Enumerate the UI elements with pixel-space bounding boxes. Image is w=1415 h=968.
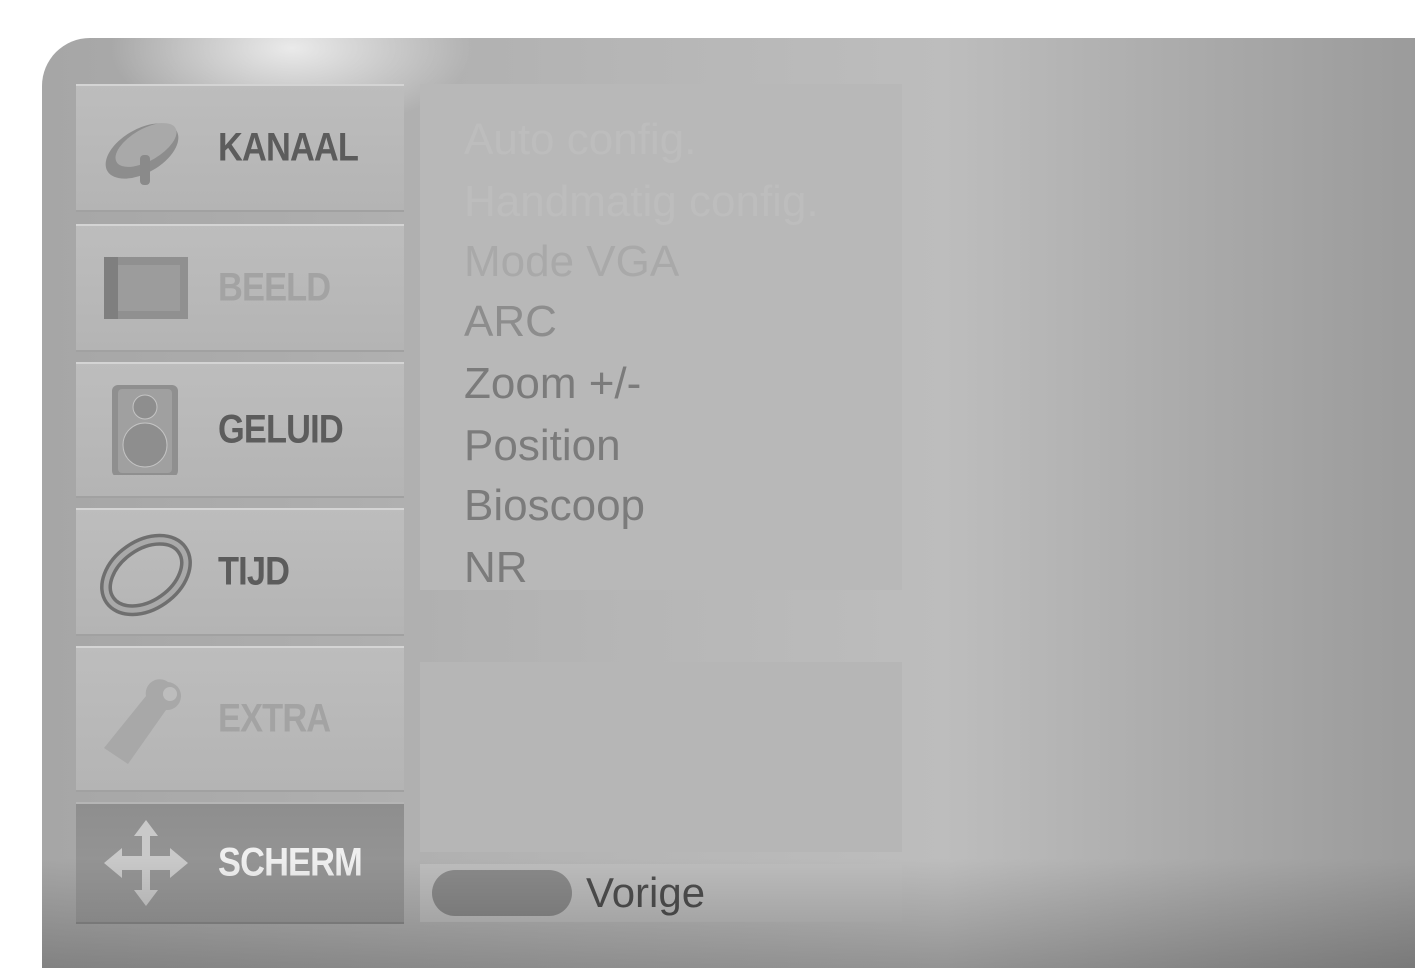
osd-menu-frame: KANAAL BEELD GELUID TIJD EXTRA SCHERM Au… xyxy=(42,38,1415,968)
speaker-icon xyxy=(112,385,178,475)
back-label: Vorige xyxy=(586,869,706,916)
submenu-item-bioscoop[interactable]: Bioscoop xyxy=(464,484,645,528)
help-bar: Vorige xyxy=(420,864,902,922)
submenu-item-position[interactable]: Position xyxy=(464,424,621,468)
sidebar-item-label: EXTRA xyxy=(218,696,331,741)
sidebar-item-label: BEELD xyxy=(218,265,331,310)
submenu-item-arc[interactable]: ARC xyxy=(464,300,557,344)
move-arrows-icon xyxy=(104,820,188,906)
sidebar-item-beeld[interactable]: BEELD xyxy=(76,224,404,352)
sidebar-item-label: TIJD xyxy=(218,549,290,594)
sidebar-item-scherm[interactable]: SCHERM xyxy=(76,802,404,924)
sidebar-item-extra[interactable]: EXTRA xyxy=(76,646,404,792)
sidebar-item-geluid[interactable]: GELUID xyxy=(76,362,404,498)
sidebar-item-tijd[interactable]: TIJD xyxy=(76,508,404,636)
screen-submenu: Auto config. Handmatig config. Mode VGA … xyxy=(420,84,902,590)
submenu-item-manual-config[interactable]: Handmatig config. xyxy=(464,180,819,224)
sidebar-item-label: SCHERM xyxy=(218,840,363,885)
back-key-button[interactable] xyxy=(432,870,572,916)
tag-icon xyxy=(104,679,182,764)
satellite-dish-icon xyxy=(105,123,179,185)
info-panel xyxy=(420,662,902,852)
clock-ring-icon xyxy=(100,533,192,617)
sidebar-item-label: KANAAL xyxy=(218,125,359,170)
sidebar-item-label: GELUID xyxy=(218,407,344,452)
submenu-item-nr[interactable]: NR xyxy=(464,546,528,590)
submenu-item-zoom[interactable]: Zoom +/- xyxy=(464,362,641,406)
submenu-item-auto-config[interactable]: Auto config. xyxy=(464,118,696,162)
submenu-item-mode-vga[interactable]: Mode VGA xyxy=(464,240,679,284)
sidebar-item-kanaal[interactable]: KANAAL xyxy=(76,84,404,212)
film-icon xyxy=(104,257,188,319)
